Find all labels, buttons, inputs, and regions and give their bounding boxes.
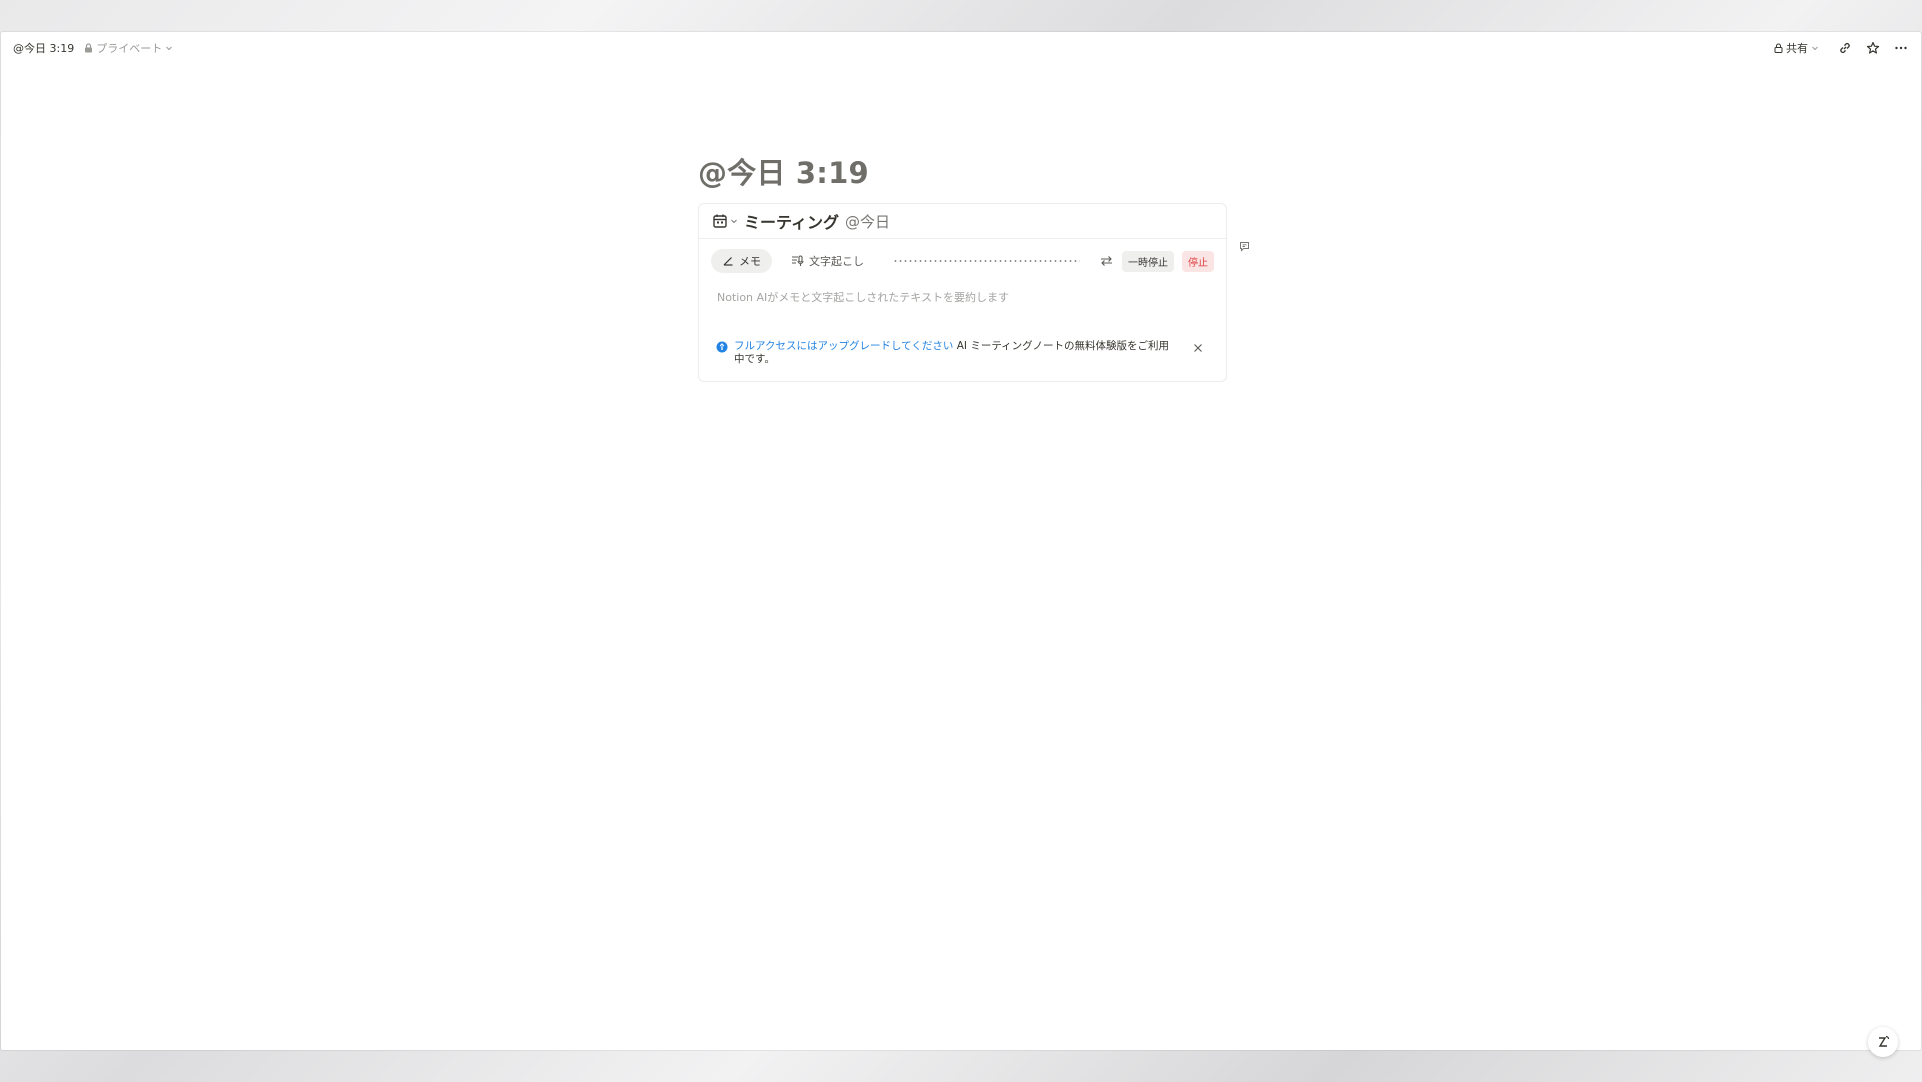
audio-settings-button[interactable] [1098,253,1114,269]
share-label: 共有 [1786,42,1808,55]
chevron-down-icon [166,46,173,51]
meeting-notes-block: ミーティング @今日 メモ 文字起こし 一時停止 停止 Notion AIがメモ… [698,203,1227,382]
star-icon [1866,41,1880,54]
upgrade-notice: フルアクセスにはアップグレードしてください AI ミーティングノートの無料体験版… [716,340,1211,366]
meeting-icon-button[interactable] [712,213,738,229]
stop-button[interactable]: 停止 [1182,250,1214,272]
transcript-icon [792,255,804,266]
share-button[interactable]: 共有 [1768,37,1825,59]
tab-transcript[interactable]: 文字起こし [780,249,875,273]
top-actions: 共有 [1768,37,1909,59]
tab-transcript-label: 文字起こし [809,255,864,268]
upgrade-link[interactable]: フルアクセスにはアップグレードしてください [734,340,953,352]
summary-placeholder[interactable]: Notion AIがメモと文字起こしされたテキストを要約します [699,283,1226,319]
lock-icon [1774,43,1783,53]
favorite-button[interactable] [1865,40,1881,56]
meeting-header: ミーティング @今日 [699,204,1226,239]
pencil-icon [723,257,733,266]
audio-waveform [893,260,1080,262]
help-icon [1878,1035,1890,1047]
privacy-dropdown[interactable]: プライベート [84,40,173,56]
swap-icon [1100,256,1112,266]
comment-icon [1240,242,1249,252]
meeting-title[interactable]: ミーティング [744,209,839,233]
pause-button[interactable]: 一時停止 [1122,250,1174,272]
privacy-label: プライベート [96,42,163,55]
link-icon [1840,42,1850,54]
tab-notes-label: メモ [739,255,761,268]
calendar-icon [713,214,727,228]
close-icon [1194,344,1202,352]
page-title[interactable]: @今日 3:19 [698,150,869,192]
help-button[interactable] [1868,1027,1898,1057]
meeting-toolbar: メモ 文字起こし 一時停止 停止 [699,239,1226,283]
info-icon [716,341,728,353]
dismiss-notice-button[interactable] [1193,343,1203,357]
add-comment-button[interactable] [1239,237,1250,256]
breadcrumb: @今日 3:19 プライベート [13,40,173,56]
notice-text: フルアクセスにはアップグレードしてください AI ミーティングノートの無料体験版… [734,340,1179,366]
chevron-down-icon [731,219,737,224]
date-mention[interactable]: @今日 [845,211,890,232]
more-icon [1895,46,1907,50]
more-options-button[interactable] [1893,40,1909,56]
tab-notes[interactable]: メモ [711,249,772,273]
copy-link-button[interactable] [1837,40,1853,56]
breadcrumb-page-title[interactable]: @今日 3:19 [13,40,74,56]
chevron-down-icon [1812,46,1818,51]
notion-window: @今日 3:19 プライベート 共有 @今日 3:19 ミーティング @今日 メ… [1,32,1921,1057]
lock-icon [85,43,93,53]
top-bar: @今日 3:19 プライベート 共有 [1,32,1921,64]
